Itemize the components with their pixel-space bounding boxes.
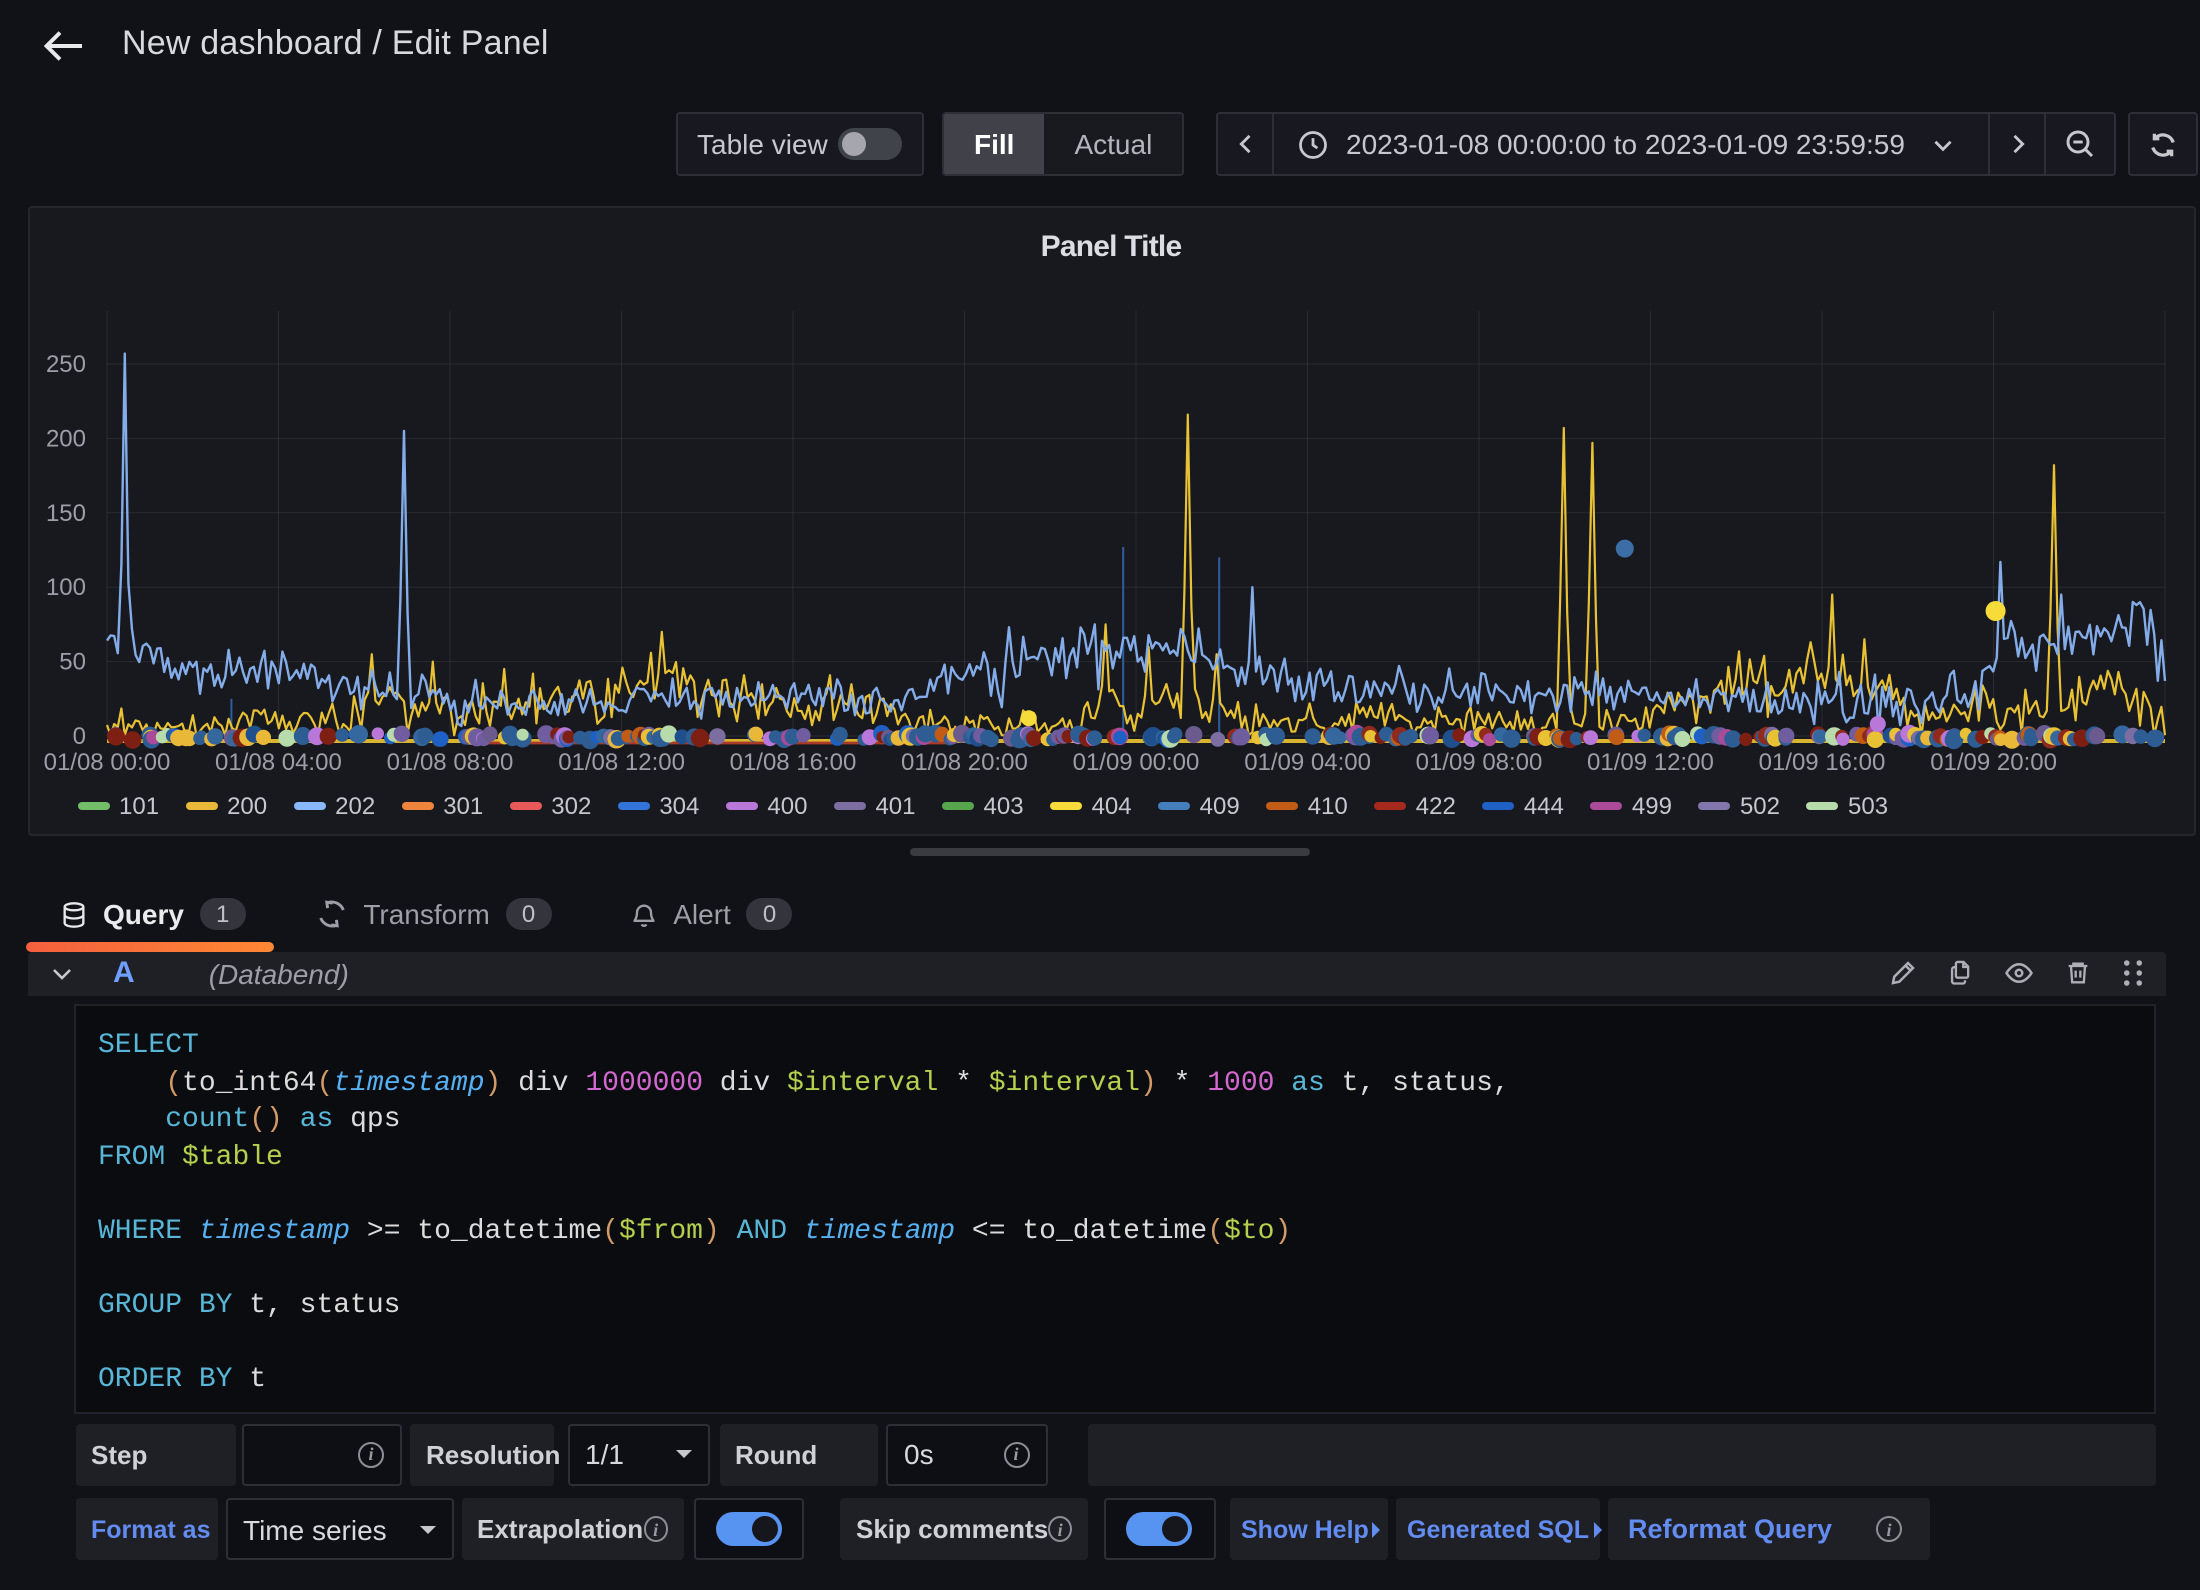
svg-text:01/09 16:00: 01/09 16:00: [1758, 748, 1885, 775]
svg-text:01/08 12:00: 01/08 12:00: [557, 748, 684, 775]
svg-text:0: 0: [72, 722, 85, 749]
svg-text:01/09 00:00: 01/09 00:00: [1072, 748, 1199, 775]
svg-text:150: 150: [45, 499, 85, 526]
svg-text:200: 200: [45, 424, 85, 451]
svg-text:01/09 08:00: 01/09 08:00: [1415, 748, 1542, 775]
svg-text:01/08 20:00: 01/08 20:00: [900, 748, 1027, 775]
svg-text:01/08 00:00: 01/08 00:00: [43, 748, 170, 775]
svg-text:01/09 12:00: 01/09 12:00: [1586, 748, 1713, 775]
svg-text:01/09 04:00: 01/09 04:00: [1243, 748, 1370, 775]
svg-text:01/09 20:00: 01/09 20:00: [1929, 748, 2056, 775]
svg-text:250: 250: [45, 350, 85, 377]
svg-text:100: 100: [45, 573, 85, 600]
svg-text:50: 50: [58, 648, 85, 675]
svg-text:01/08 16:00: 01/08 16:00: [729, 748, 856, 775]
svg-text:01/08 08:00: 01/08 08:00: [386, 748, 513, 775]
svg-text:01/08 04:00: 01/08 04:00: [214, 748, 341, 775]
